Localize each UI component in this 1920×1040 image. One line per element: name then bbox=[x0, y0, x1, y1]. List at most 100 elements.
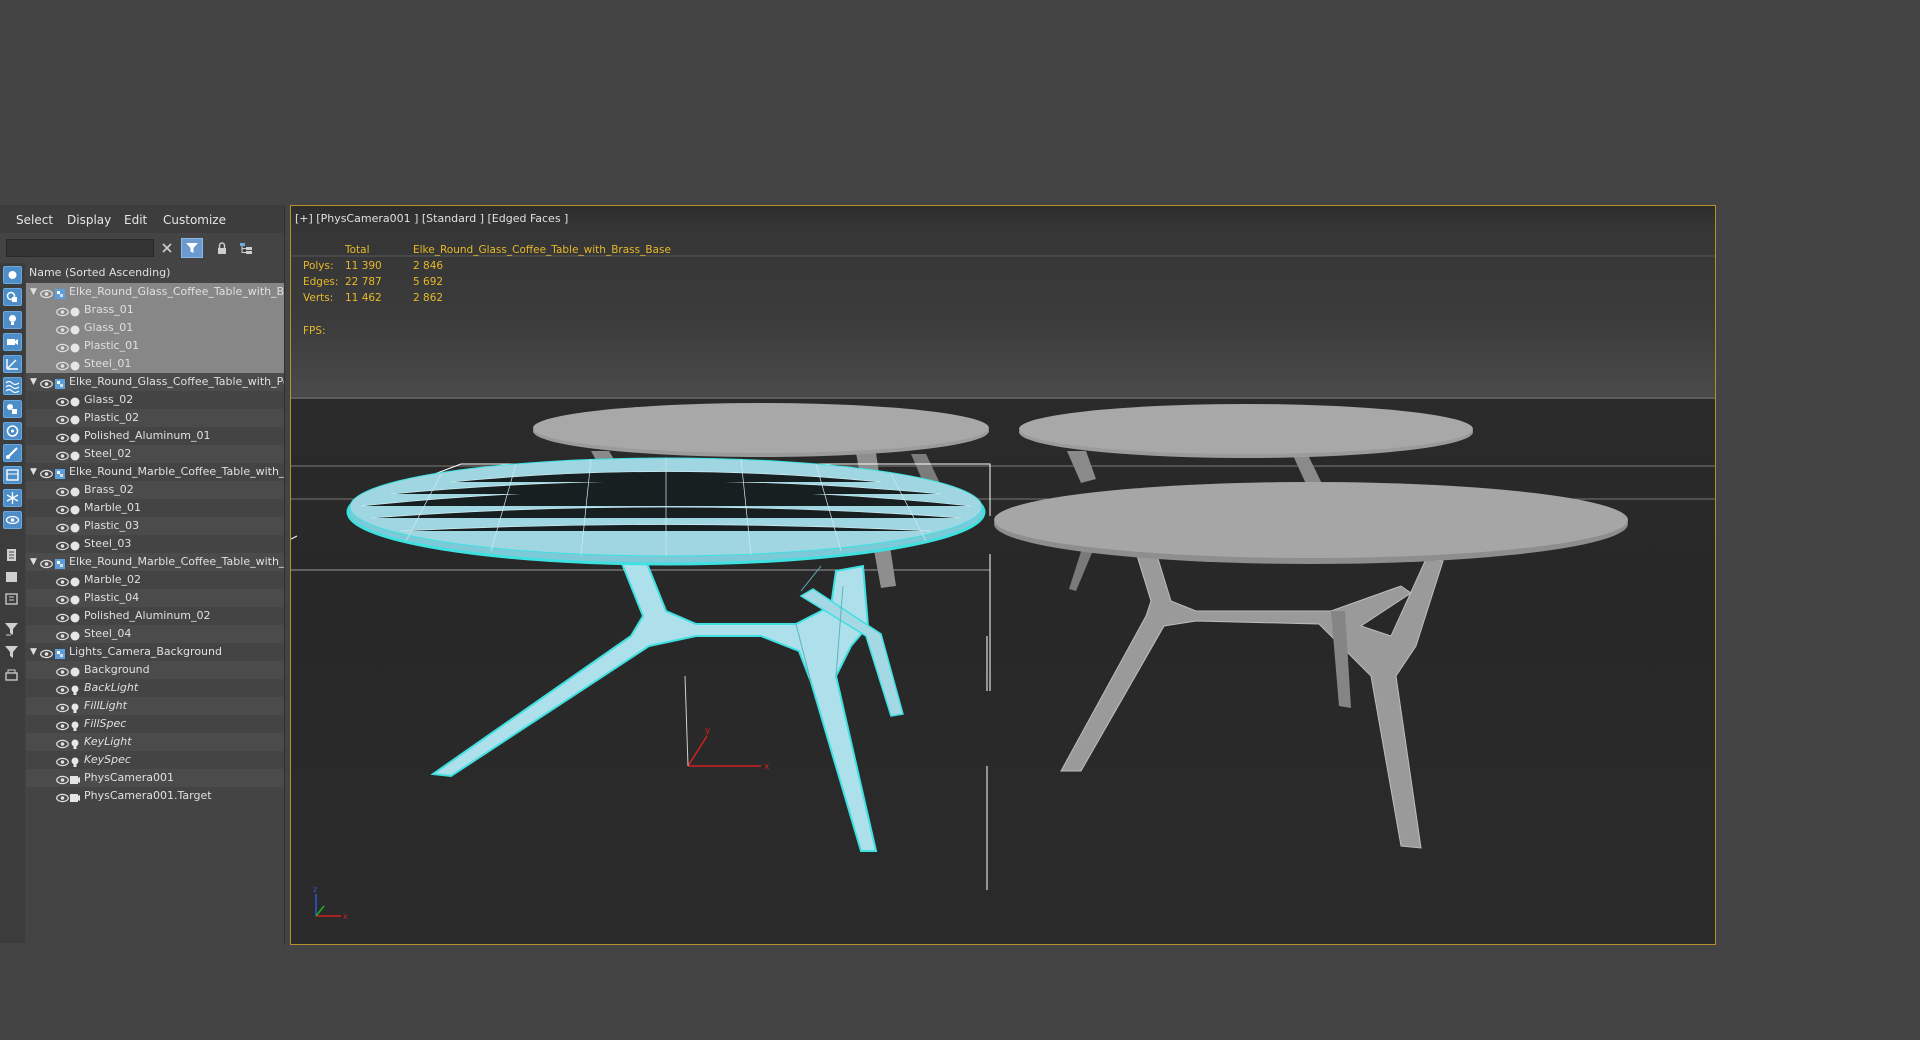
hierarchy-icon[interactable] bbox=[235, 238, 257, 258]
tree-item-row[interactable]: KeyLight bbox=[26, 733, 284, 751]
filter-helpers-icon[interactable] bbox=[3, 355, 22, 373]
expand-arrow-icon[interactable]: ▼ bbox=[30, 283, 37, 301]
table-selected-front-left[interactable] bbox=[346, 457, 986, 852]
tree-item-row[interactable]: Plastic_03 bbox=[26, 517, 284, 535]
expand-arrow-icon[interactable]: ▼ bbox=[30, 463, 37, 481]
visibility-eye-icon[interactable] bbox=[56, 773, 69, 785]
display-children-icon[interactable] bbox=[3, 547, 22, 565]
search-input[interactable] bbox=[6, 239, 154, 257]
menu-select[interactable]: Select bbox=[16, 213, 53, 227]
filter-groups-icon[interactable] bbox=[3, 400, 22, 418]
filter-spacewarps-icon[interactable] bbox=[3, 377, 22, 395]
tree-item-row[interactable]: Background bbox=[26, 661, 284, 679]
tree-item-row[interactable]: PhysCamera001 bbox=[26, 769, 284, 787]
tree-item-row[interactable]: Plastic_02 bbox=[26, 409, 284, 427]
axis-x-label: x bbox=[343, 912, 348, 921]
table-front-right[interactable] bbox=[994, 482, 1628, 849]
viewport-label-menu[interactable]: [+] [PhysCamera001 ] [Standard ] [Edged … bbox=[295, 212, 568, 225]
display-influences-icon[interactable] bbox=[3, 591, 22, 609]
visibility-eye-icon[interactable] bbox=[56, 431, 69, 443]
visibility-eye-icon[interactable] bbox=[56, 323, 69, 335]
filter-containers-icon[interactable] bbox=[3, 466, 22, 484]
layer-icon[interactable] bbox=[3, 667, 22, 685]
menu-customize[interactable]: Customize bbox=[163, 213, 226, 227]
tree-item-row[interactable]: Polished_Aluminum_01 bbox=[26, 427, 284, 445]
visibility-eye-icon[interactable] bbox=[56, 521, 69, 533]
visibility-eye-icon[interactable] bbox=[56, 449, 69, 461]
display-references-icon[interactable] bbox=[3, 569, 22, 587]
transform-gizmo[interactable]: x y bbox=[684, 675, 770, 772]
tree-item-row[interactable]: Glass_01 bbox=[26, 319, 284, 337]
filter-geometry-icon[interactable] bbox=[3, 266, 22, 284]
filter-bones-icon[interactable] bbox=[3, 444, 22, 462]
tree-item-row[interactable]: Polished_Aluminum_02 bbox=[26, 607, 284, 625]
tree-item-row[interactable]: Steel_03 bbox=[26, 535, 284, 553]
visibility-eye-icon[interactable] bbox=[56, 395, 69, 407]
filter-xrefs-icon[interactable] bbox=[3, 422, 22, 440]
stats-edges-label: Edges: bbox=[303, 276, 339, 288]
select-filter-icon[interactable] bbox=[3, 621, 22, 639]
tree-item-row[interactable]: FillLight bbox=[26, 697, 284, 715]
camera-viewport[interactable]: x y x z [+] [PhysCamera001 ] [Standard ]… bbox=[290, 205, 1716, 945]
menu-edit[interactable]: Edit bbox=[124, 213, 147, 227]
gizmo-x-label: x bbox=[764, 762, 770, 772]
visibility-eye-icon[interactable] bbox=[40, 557, 53, 569]
tree-item-row[interactable]: Marble_02 bbox=[26, 571, 284, 589]
tree-item-row[interactable]: Steel_02 bbox=[26, 445, 284, 463]
filter-lights-icon[interactable] bbox=[3, 311, 22, 329]
tree-group-row[interactable]: ▼ Elke_Round_Marble_Coffee_Table_with_Pol… bbox=[26, 553, 284, 571]
visibility-eye-icon[interactable] bbox=[56, 737, 69, 749]
visibility-eye-icon[interactable] bbox=[56, 719, 69, 731]
visibility-eye-icon[interactable] bbox=[56, 305, 69, 317]
expand-arrow-icon[interactable]: ▼ bbox=[30, 643, 37, 661]
tree-group-row[interactable]: ▼ Elke_Round_Glass_Coffee_Table_with_Poli… bbox=[26, 373, 284, 391]
visibility-eye-icon[interactable] bbox=[56, 683, 69, 695]
filter-hidden-icon[interactable] bbox=[3, 511, 22, 529]
tree-item-row[interactable]: FillSpec bbox=[26, 715, 284, 733]
visibility-eye-icon[interactable] bbox=[56, 701, 69, 713]
lock-icon[interactable] bbox=[211, 238, 233, 258]
visibility-eye-icon[interactable] bbox=[56, 755, 69, 767]
material-sphere-icon bbox=[70, 593, 80, 605]
tree-item-row[interactable]: PhysCamera001.Target bbox=[26, 787, 284, 805]
visibility-eye-icon[interactable] bbox=[40, 377, 53, 389]
visibility-eye-icon[interactable] bbox=[56, 503, 69, 515]
tree-item-row[interactable]: Steel_01 bbox=[26, 355, 284, 373]
visibility-eye-icon[interactable] bbox=[40, 467, 53, 479]
tree-item-row[interactable]: Plastic_04 bbox=[26, 589, 284, 607]
filter-frozen-icon[interactable] bbox=[3, 489, 22, 507]
visibility-eye-icon[interactable] bbox=[56, 413, 69, 425]
tree-item-row[interactable]: Steel_04 bbox=[26, 625, 284, 643]
expand-arrow-icon[interactable]: ▼ bbox=[30, 553, 37, 571]
visibility-eye-icon[interactable] bbox=[56, 791, 69, 803]
tree-item-row[interactable]: BackLight bbox=[26, 679, 284, 697]
menu-display[interactable]: Display bbox=[67, 213, 111, 227]
tree-item-row[interactable]: KeySpec bbox=[26, 751, 284, 769]
visibility-eye-icon[interactable] bbox=[56, 539, 69, 551]
visibility-eye-icon[interactable] bbox=[56, 575, 69, 587]
column-header-name[interactable]: Name (Sorted Ascending) bbox=[26, 263, 287, 283]
tree-item-row[interactable]: Brass_01 bbox=[26, 301, 284, 319]
visibility-eye-icon[interactable] bbox=[40, 287, 53, 299]
filter-funnel-icon[interactable] bbox=[3, 644, 22, 662]
clear-search-icon[interactable] bbox=[156, 238, 178, 258]
filter-toggle-icon[interactable] bbox=[181, 238, 203, 258]
visibility-eye-icon[interactable] bbox=[56, 593, 69, 605]
tree-group-row[interactable]: ▼ Elke_Round_Glass_Coffee_Table_with_Bras… bbox=[26, 283, 284, 301]
visibility-eye-icon[interactable] bbox=[56, 485, 69, 497]
filter-cameras-icon[interactable] bbox=[3, 333, 22, 351]
filter-shapes-icon[interactable] bbox=[3, 288, 22, 306]
expand-arrow-icon[interactable]: ▼ bbox=[30, 373, 37, 391]
visibility-eye-icon[interactable] bbox=[56, 629, 69, 641]
visibility-eye-icon[interactable] bbox=[56, 341, 69, 353]
tree-item-row[interactable]: Marble_01 bbox=[26, 499, 284, 517]
tree-item-row[interactable]: Brass_02 bbox=[26, 481, 284, 499]
visibility-eye-icon[interactable] bbox=[40, 647, 53, 659]
tree-group-row[interactable]: ▼ Elke_Round_Marble_Coffee_Table_with_Bra… bbox=[26, 463, 284, 481]
visibility-eye-icon[interactable] bbox=[56, 611, 69, 623]
tree-group-row[interactable]: ▼ Lights_Camera_Background bbox=[26, 643, 284, 661]
tree-item-row[interactable]: Plastic_01 bbox=[26, 337, 284, 355]
tree-item-row[interactable]: Glass_02 bbox=[26, 391, 284, 409]
visibility-eye-icon[interactable] bbox=[56, 359, 69, 371]
visibility-eye-icon[interactable] bbox=[56, 665, 69, 677]
